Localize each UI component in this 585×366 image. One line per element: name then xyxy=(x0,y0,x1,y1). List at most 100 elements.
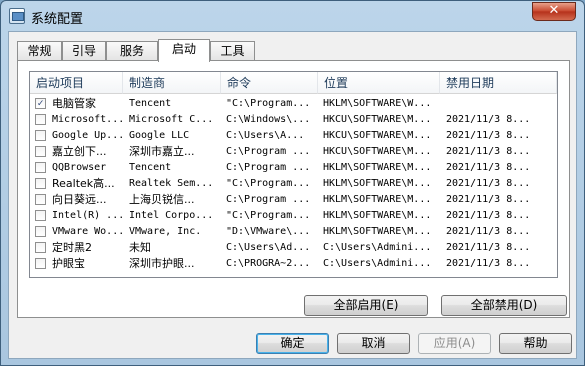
cell-command: C:\PROGRA~2... xyxy=(226,258,311,269)
startup-item-row[interactable]: Microsoft... Microsoft C... C:\Windows\...… xyxy=(30,112,557,128)
cell-item: QQBrowser xyxy=(52,162,107,173)
cell-item: 电脑管家 xyxy=(52,97,96,110)
close-button[interactable]: ✕ xyxy=(532,2,576,21)
cell-command: C:\Program ... xyxy=(226,162,311,173)
cell-date: 2021/11/3 8... xyxy=(446,178,531,189)
startup-item-row[interactable]: 护眼宝 深圳市护眼... C:\PROGRA~2... C:\Users\Admini… xyxy=(30,256,557,272)
list-header: 启动项目 制造商 命令 位置 禁用日期 xyxy=(30,72,557,94)
cell-item: VMware Wo... xyxy=(52,226,123,237)
startup-items-list[interactable]: 启动项目 制造商 命令 位置 禁用日期 ✓ 电脑管家 Tencent "C:\Prog… xyxy=(29,71,558,278)
cell-command: "C:\Program... xyxy=(226,98,311,109)
cell-maker: 未知 xyxy=(129,241,151,254)
cell-item: Microsoft... xyxy=(52,114,123,125)
ok-button[interactable]: 确定 xyxy=(256,333,329,354)
disable-all-button[interactable]: 全部禁用(D) xyxy=(441,295,567,316)
cell-item: 定时黑2 xyxy=(52,241,92,254)
startup-item-checkbox[interactable] xyxy=(35,258,46,269)
column-header-date-disabled[interactable]: 禁用日期 xyxy=(440,72,557,94)
cell-item: Realtek高... xyxy=(52,177,115,190)
startup-item-row[interactable]: Google Up... Google LLC C:\Users\A... HKCU\… xyxy=(30,128,557,144)
apply-button[interactable]: 应用(A) xyxy=(418,333,491,354)
startup-item-row[interactable]: QQBrowser Tencent C:\Program ... HKLM\SOFTW… xyxy=(30,160,557,176)
startup-item-row[interactable]: 定时黑2 未知 C:\Users\Ad... C:\Users\Admini... 20… xyxy=(30,240,557,256)
cell-location: HKLM\SOFTWARE\M... xyxy=(323,210,432,221)
cell-item: Intel(R) ... xyxy=(52,210,123,221)
startup-item-checkbox[interactable] xyxy=(35,130,46,141)
startup-item-checkbox[interactable] xyxy=(35,162,46,173)
startup-item-checkbox[interactable] xyxy=(35,178,46,189)
cell-date: 2021/11/3 8... xyxy=(446,130,531,141)
cell-maker: Intel Corpo... xyxy=(129,210,214,221)
cell-location: HKCU\SOFTWARE\M... xyxy=(323,130,432,141)
cell-command: "D:\VMware\... xyxy=(226,226,311,237)
cell-command: "C:\Program... xyxy=(226,178,311,189)
cell-location: C:\Users\Admini... xyxy=(323,242,432,253)
cell-maker: VMware, Inc. xyxy=(129,226,202,237)
cell-location: HKCU\SOFTWARE\M... xyxy=(323,114,432,125)
startup-item-row[interactable]: Realtek高... Realtek Sem... "C:\Program... H… xyxy=(30,176,557,192)
column-header-location[interactable]: 位置 xyxy=(318,72,440,94)
startup-item-checkbox[interactable] xyxy=(35,210,46,221)
cell-location: HKCU\SOFTWARE\M... xyxy=(323,146,432,157)
cell-command: "C:\Program... xyxy=(226,210,311,221)
cell-maker: Tencent xyxy=(129,162,172,173)
cell-maker: Microsoft C... xyxy=(129,114,214,125)
cell-date: 2021/11/3 8... xyxy=(446,226,531,237)
startup-item-row[interactable]: VMware Wo... VMware, Inc. "D:\VMware\... HK… xyxy=(30,224,557,240)
help-button[interactable]: 帮助 xyxy=(499,333,572,354)
column-header-command[interactable]: 命令 xyxy=(221,72,318,94)
cell-location: C:\Users\Admini... xyxy=(323,258,432,269)
column-header-manufacturer[interactable]: 制造商 xyxy=(123,72,221,94)
startup-item-checkbox[interactable] xyxy=(35,194,46,205)
cell-date: 2021/11/3 8... xyxy=(446,114,531,125)
cell-command: C:\Users\A... xyxy=(226,130,305,141)
startup-item-row[interactable]: 嘉立创下... 深圳市嘉立... C:\Program ... HKCU\SOFTWA… xyxy=(30,144,557,160)
tab-tools[interactable]: 工具 xyxy=(210,41,255,61)
cell-command: C:\Program ... xyxy=(226,194,311,205)
cell-maker: Google LLC xyxy=(129,130,190,141)
cell-maker: 深圳市护眼... xyxy=(129,257,195,270)
startup-tab-panel: 启动项目 制造商 命令 位置 禁用日期 ✓ 电脑管家 Tencent "C:\Prog… xyxy=(17,60,570,318)
tab-startup[interactable]: 启动 xyxy=(158,39,210,62)
cell-date: 2021/11/3 8... xyxy=(446,258,531,269)
cell-command: C:\Program ... xyxy=(226,146,311,157)
cell-item: 嘉立创下... xyxy=(52,145,107,158)
tab-boot[interactable]: 引导 xyxy=(62,41,106,61)
dialog-client-area: 常规 引导 服务 启动 工具 启动项目 制造商 命令 位置 禁用日期 ✓ 电脑管家… xyxy=(8,31,577,359)
cell-maker: 上海贝锐信... xyxy=(129,193,195,206)
tab-services[interactable]: 服务 xyxy=(106,41,158,61)
startup-item-checkbox[interactable] xyxy=(35,114,46,125)
cell-location: HKLM\SOFTWARE\M... xyxy=(323,226,432,237)
title-bar[interactable]: 系统配置 ✕ xyxy=(1,1,584,31)
startup-item-checkbox[interactable] xyxy=(35,146,46,157)
enable-all-button[interactable]: 全部启用(E) xyxy=(304,295,428,316)
cell-date: 2021/11/3 8... xyxy=(446,162,531,173)
cell-date: 2021/11/3 8... xyxy=(446,146,531,157)
cell-item: 向日葵远... xyxy=(52,193,107,206)
cell-location: HKLM\SOFTWARE\M... xyxy=(323,178,432,189)
startup-item-checkbox[interactable] xyxy=(35,242,46,253)
cell-maker: 深圳市嘉立... xyxy=(129,145,195,158)
cancel-button[interactable]: 取消 xyxy=(337,333,410,354)
cell-item: Google Up... xyxy=(52,130,123,141)
cell-location: HKLM\SOFTWARE\M... xyxy=(323,162,432,173)
cell-command: C:\Windows\... xyxy=(226,114,311,125)
startup-item-row[interactable]: ✓ 电脑管家 Tencent "C:\Program... HKLM\SOFTWARE\… xyxy=(30,96,557,112)
cell-location: HKLM\SOFTWARE\M... xyxy=(323,194,432,205)
system-config-window: 系统配置 ✕ 常规 引导 服务 启动 工具 启动项目 制造商 命令 位置 禁用日… xyxy=(0,0,585,366)
cell-maker: Tencent xyxy=(129,98,172,109)
cell-location: HKLM\SOFTWARE\W... xyxy=(323,98,432,109)
startup-item-checkbox[interactable]: ✓ xyxy=(35,98,46,109)
startup-item-checkbox[interactable] xyxy=(35,226,46,237)
cell-date xyxy=(446,96,553,112)
startup-item-row[interactable]: Intel(R) ... Intel Corpo... "C:\Program...… xyxy=(30,208,557,224)
tab-general[interactable]: 常规 xyxy=(17,41,62,61)
cell-date: 2021/11/3 8... xyxy=(446,210,531,221)
cell-date: 2021/11/3 8... xyxy=(446,194,531,205)
cell-command: C:\Users\Ad... xyxy=(226,242,311,253)
cell-item: 护眼宝 xyxy=(52,257,85,270)
msconfig-icon xyxy=(9,8,25,24)
window-title: 系统配置 xyxy=(31,12,84,27)
column-header-startup-item[interactable]: 启动项目 xyxy=(30,72,123,94)
startup-item-row[interactable]: 向日葵远... 上海贝锐信... C:\Program ... HKLM\SOFTWA… xyxy=(30,192,557,208)
